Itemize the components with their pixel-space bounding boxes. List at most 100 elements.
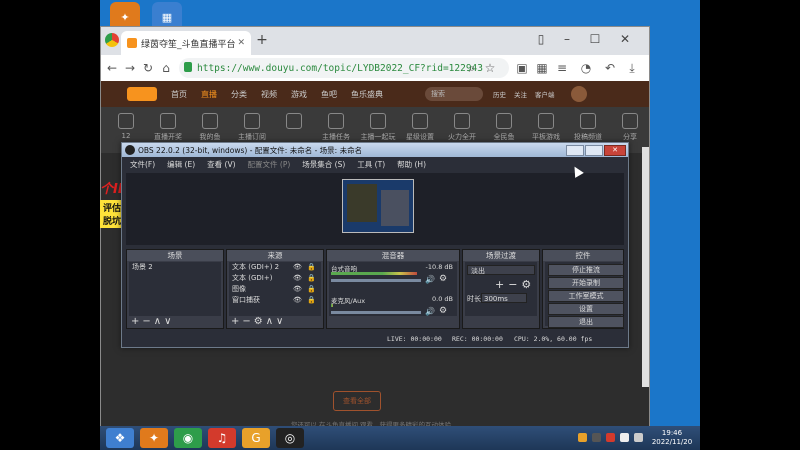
netease-music-icon[interactable]: ♫ xyxy=(208,428,236,448)
category-icon xyxy=(412,113,428,129)
game-launcher-icon[interactable]: ✦ xyxy=(140,428,168,448)
visibility-eye-icon[interactable]: 👁 xyxy=(293,262,302,273)
category-label: 主播订阅 xyxy=(238,133,266,141)
obs-menubar: 文件(F) 编辑 (E) 查看 (V) 配置文件 (P) 场景集合 (S) 工具 (T) 帮… xyxy=(122,157,628,171)
obs-menu-item[interactable]: 编辑 (E) xyxy=(167,159,195,170)
tab-bar: 绿茵夺笙_斗鱼直播平台 ✕ + ▯ – ☐ ✕ xyxy=(101,27,649,55)
tray-red-icon[interactable] xyxy=(606,433,615,442)
transition-select[interactable]: 淡出 xyxy=(467,265,535,275)
user-link[interactable]: 客户端 xyxy=(535,89,555,99)
obs-maximize-button[interactable] xyxy=(585,145,603,156)
tray-network-icon[interactable] xyxy=(620,433,629,442)
lock-icon[interactable]: 🔒 xyxy=(307,273,316,284)
tray-app-icon[interactable] xyxy=(578,433,587,442)
maximize-button[interactable]: ☐ xyxy=(585,27,605,51)
control-button[interactable]: 开始录制 xyxy=(548,277,624,289)
obs-preview[interactable] xyxy=(126,173,624,245)
new-tab-button[interactable]: + xyxy=(253,32,271,50)
source-item[interactable]: 文本 (GDI+) 2 👁 🔒 xyxy=(229,262,321,273)
lock-icon[interactable]: 🔒 xyxy=(307,262,316,273)
obs-minimize-button[interactable] xyxy=(566,145,584,156)
site-nav-item[interactable]: 直播 xyxy=(201,89,217,100)
speaker-icon[interactable]: 🔊 xyxy=(425,275,435,284)
preview-capture xyxy=(342,179,414,233)
g-app-icon[interactable]: G xyxy=(242,428,270,448)
extensions-icon[interactable]: ▣ xyxy=(513,59,531,77)
scrollbar[interactable] xyxy=(642,147,649,387)
grid-icon[interactable]: ▦ xyxy=(533,59,551,77)
site-search-input[interactable]: 搜索 xyxy=(425,87,483,101)
site-nav-item[interactable]: 分类 xyxy=(231,89,247,100)
visibility-eye-icon[interactable]: 👁 xyxy=(293,284,302,295)
category-label: 星级设置 xyxy=(406,133,434,141)
mixer-gear-icon[interactable]: ⚙ xyxy=(439,306,447,316)
tab-search-icon[interactable]: ▯ xyxy=(531,27,551,51)
site-nav-item[interactable]: 首页 xyxy=(171,89,187,100)
transition-toolbar[interactable]: +−⚙ xyxy=(495,278,535,291)
undo-icon[interactable]: ↶ xyxy=(601,59,619,77)
category-label: 火力全开 xyxy=(448,133,476,141)
obs-menu-item[interactable]: 配置文件 (P) xyxy=(248,159,291,170)
obs-taskbar-icon[interactable]: ◎ xyxy=(276,428,304,448)
obs-menu-item[interactable]: 工具 (T) xyxy=(357,159,385,170)
volume-meter xyxy=(331,304,333,307)
category-icon xyxy=(244,113,260,129)
source-item[interactable]: 图像 👁 🔒 xyxy=(229,284,321,295)
zoom-search-icon[interactable]: ⌕ xyxy=(463,59,481,77)
visibility-eye-icon[interactable]: 👁 xyxy=(293,273,302,284)
forward-icon[interactable]: → xyxy=(121,59,139,77)
clock[interactable]: 19:46 2022/11/20 xyxy=(648,429,696,447)
category-label: 直播开奖 xyxy=(154,133,182,141)
scene-item[interactable]: 场景 2 xyxy=(129,262,221,273)
control-button[interactable]: 工作室模式 xyxy=(548,290,624,302)
user-icon[interactable]: ◔ xyxy=(577,59,595,77)
user-link[interactable]: 历史 xyxy=(493,89,506,99)
start-button[interactable]: ❖ xyxy=(106,428,134,448)
obs-menu-item[interactable]: 帮助 (H) xyxy=(397,159,426,170)
source-item[interactable]: 窗口捕获 👁 🔒 xyxy=(229,295,321,306)
volume-slider[interactable] xyxy=(331,279,421,282)
control-button[interactable]: 停止推流 xyxy=(548,264,624,276)
tray-monitor-icon[interactable] xyxy=(592,433,601,442)
douyu-logo[interactable] xyxy=(127,87,157,101)
obs-menu-item[interactable]: 场景集合 (S) xyxy=(302,159,345,170)
control-button[interactable]: 设置 xyxy=(548,303,624,315)
user-link[interactable]: 关注 xyxy=(514,89,527,99)
visibility-eye-icon[interactable]: 👁 xyxy=(293,295,302,306)
site-nav-item[interactable]: 鱼乐盛典 xyxy=(351,89,383,100)
scenes-toolbar[interactable]: +−∧∨ xyxy=(131,316,174,328)
view-all-button[interactable]: 查看全部 xyxy=(333,391,381,411)
obs-close-button[interactable]: ✕ xyxy=(604,145,626,156)
sources-dock: 来源 文本 (GDI+) 2 👁 🔒 文本 (GDI+) 👁 🔒 图像 👁 🔒 窗口捕获 👁 🔒 +−… xyxy=(226,249,324,329)
tab-close-icon[interactable]: ✕ xyxy=(237,38,245,48)
obs-menu-item[interactable]: 查看 (V) xyxy=(207,159,235,170)
url-field[interactable]: https://www.douyu.com/topic/LYDB2022_CF?… xyxy=(179,58,509,78)
control-button[interactable]: 退出 xyxy=(548,316,624,328)
source-item[interactable]: 文本 (GDI+) 👁 🔒 xyxy=(229,273,321,284)
site-nav-item[interactable]: 游戏 xyxy=(291,89,307,100)
mixer-gear-icon[interactable]: ⚙ xyxy=(439,274,447,284)
reload-icon[interactable]: ↻ xyxy=(139,59,157,77)
duration-label: 时长 xyxy=(467,295,481,303)
volume-slider[interactable] xyxy=(331,311,421,314)
minimize-button[interactable]: – xyxy=(557,27,577,51)
lock-icon[interactable]: 🔒 xyxy=(307,295,316,306)
close-button[interactable]: ✕ xyxy=(615,27,635,51)
back-icon[interactable]: ← xyxy=(103,59,121,77)
tray-volume-icon[interactable] xyxy=(634,433,643,442)
tab-douyu[interactable]: 绿茵夺笙_斗鱼直播平台 ✕ xyxy=(121,31,251,55)
menu-icon[interactable]: ≡ xyxy=(553,59,571,77)
obs-menu-item[interactable]: 文件(F) xyxy=(130,159,155,170)
chrome-icon[interactable]: ◉ xyxy=(174,428,202,448)
avatar[interactable] xyxy=(570,86,587,102)
cpu-status: CPU: 2.0%, 60.00 fps xyxy=(514,335,593,343)
site-nav-item[interactable]: 鱼吧 xyxy=(321,89,337,100)
bookmark-star-icon[interactable]: ☆ xyxy=(481,59,499,77)
site-nav-item[interactable]: 视频 xyxy=(261,89,277,100)
download-icon[interactable]: ⤓ xyxy=(623,59,641,77)
duration-input[interactable]: 300ms xyxy=(481,293,527,303)
lock-icon[interactable]: 🔒 xyxy=(307,284,316,295)
speaker-icon[interactable]: 🔊 xyxy=(425,307,435,316)
home-icon[interactable]: ⌂ xyxy=(157,59,175,77)
sources-toolbar[interactable]: +−⚙∧∨ xyxy=(231,316,286,328)
